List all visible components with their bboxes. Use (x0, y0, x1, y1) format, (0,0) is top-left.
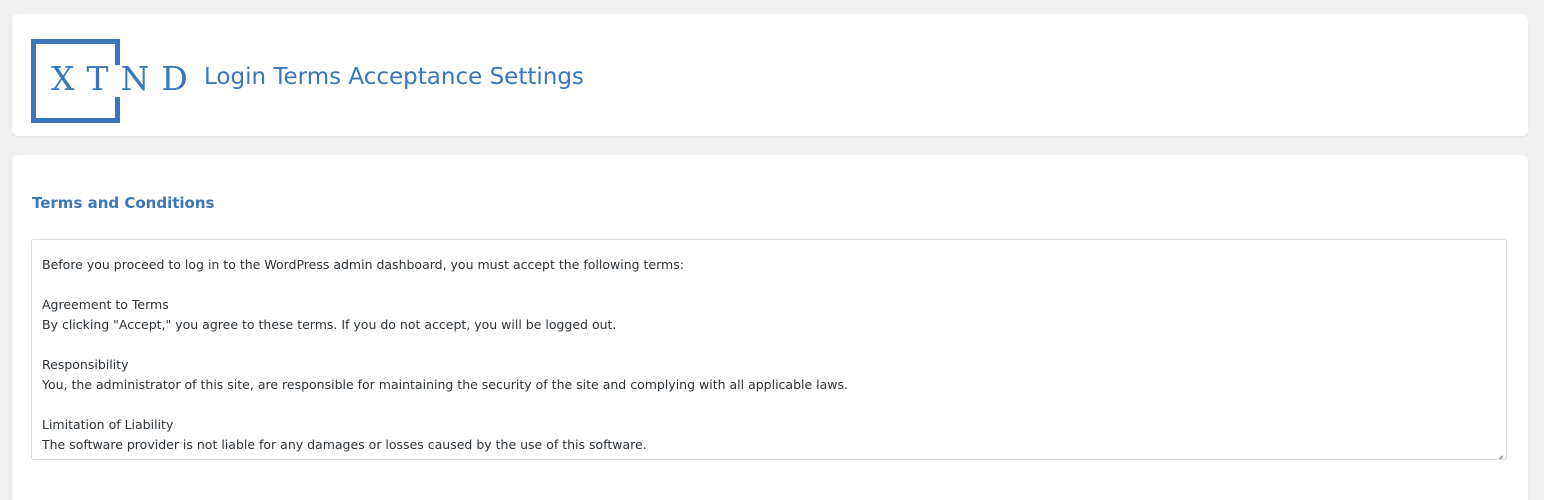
terms-item-body: The software provider is not liable for … (42, 437, 647, 452)
terms-item-body: By clicking "Accept," you agree to these… (42, 317, 617, 332)
terms-intro: Before you proceed to log in to the Word… (42, 257, 684, 272)
logo-text: XTND (51, 59, 200, 98)
xtnd-logo: XTND (31, 39, 191, 123)
terms-textarea[interactable]: Before you proceed to log in to the Word… (31, 239, 1507, 460)
settings-card: Terms and Conditions Before you proceed … (12, 155, 1528, 500)
resize-handle-icon[interactable] (1495, 448, 1503, 456)
terms-item-body: You, the administrator of this site, are… (42, 377, 849, 392)
page-title: Login Terms Acceptance Settings (204, 64, 584, 90)
terms-item-heading: Responsibility (42, 357, 129, 372)
terms-item-heading: Limitation of Liability (42, 417, 174, 432)
section-title: Terms and Conditions (32, 194, 215, 212)
header-card: XTND Login Terms Acceptance Settings (12, 14, 1528, 136)
terms-item-heading: Agreement to Terms (42, 297, 169, 312)
